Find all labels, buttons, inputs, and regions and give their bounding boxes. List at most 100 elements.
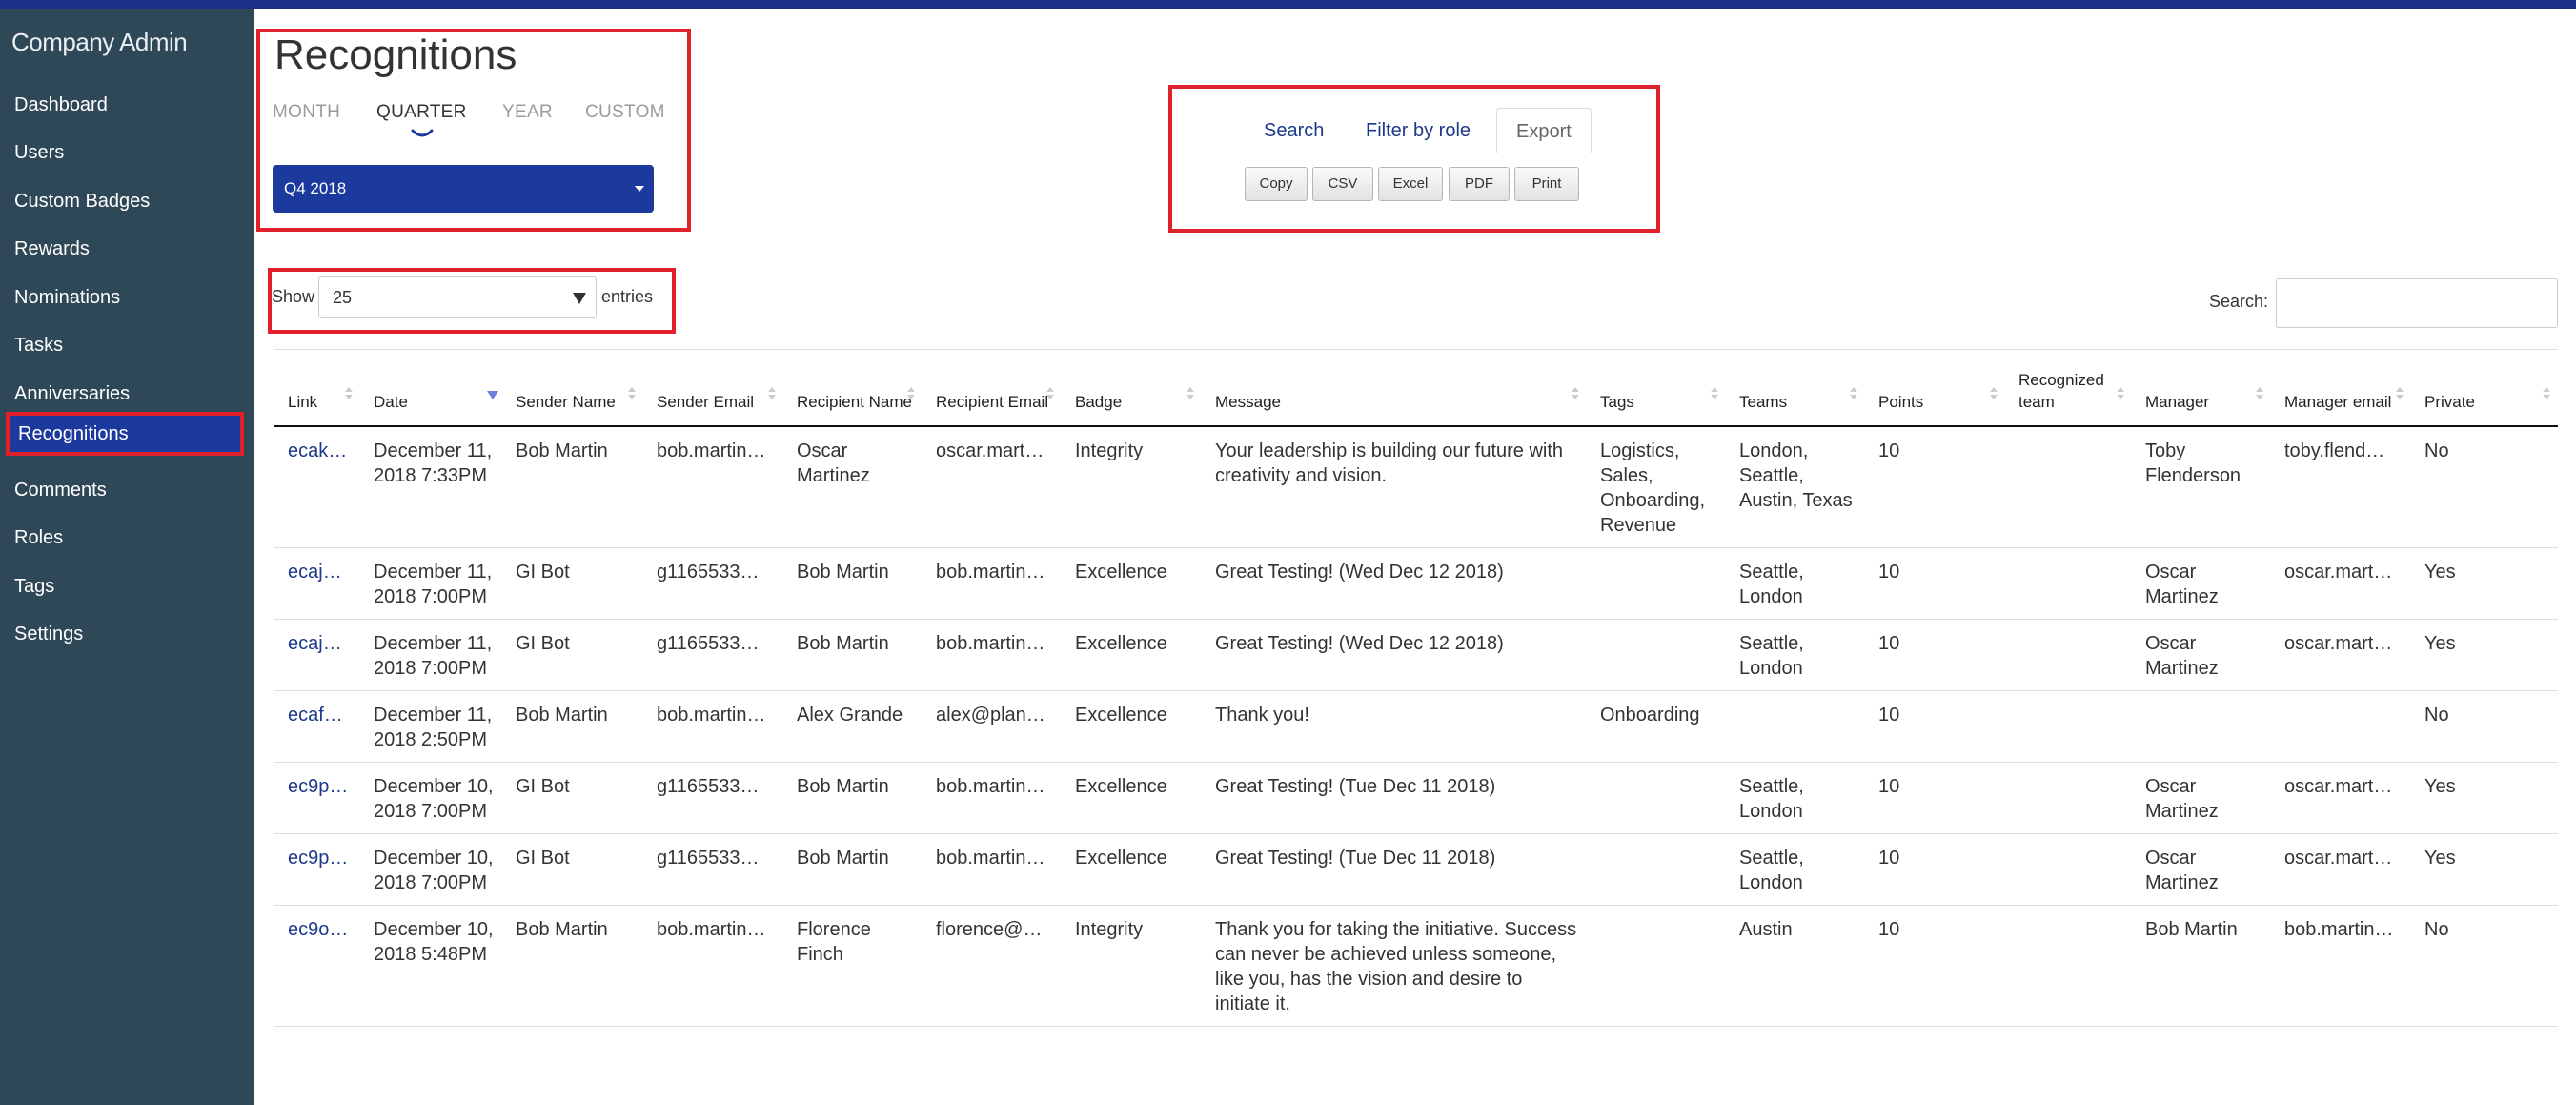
cell-recipient-email: oscar.mart… [923,425,1062,548]
tab-filter-by-role[interactable]: Filter by role [1347,108,1490,153]
period-select-value: Q4 2018 [284,179,347,197]
entries-label: entries [601,287,654,306]
column-header-tags[interactable]: Tags [1587,349,1726,427]
sidebar-item-dashboard[interactable]: Dashboard [0,83,254,127]
sort-icon [2117,386,2124,400]
cell-teams [1726,690,1865,763]
column-header-badge[interactable]: Badge [1062,349,1202,427]
tab-month[interactable]: MONTH [273,102,340,123]
cell-link[interactable]: ecaj… [274,619,360,691]
column-header-label: Date [374,392,408,411]
cell-badge: Excellence [1062,690,1202,763]
cell-sender-name: Bob Martin [502,425,643,548]
cell-link[interactable]: ec9p… [274,833,360,906]
entries-select[interactable]: 25 [318,276,597,318]
sort-icon [2256,386,2263,400]
sidebar-item-tags[interactable]: Tags [0,564,254,608]
cell-manager-email: oscar.mart… [2271,833,2411,906]
cell-teams: Seattle, London [1726,833,1865,906]
column-header-manager-email[interactable]: Manager email [2271,349,2411,427]
chevron-down-icon [411,129,434,137]
period-select[interactable]: Q4 2018 [273,165,654,213]
cell-sender-name: GI Bot [502,619,643,691]
cell-sender-email: bob.martin… [643,905,783,1027]
cell-points: 10 [1865,619,2005,691]
column-header-points[interactable]: Points [1865,349,2005,427]
table-row: ec9o… December 10, 2018 5:48PM Bob Martin b… [274,905,2558,1027]
cell-teams: Austin [1726,905,1865,1027]
sidebar-item-users[interactable]: Users [0,131,254,174]
column-header-recipient-name[interactable]: Recipient Name [783,349,923,427]
sidebar-item-nominations[interactable]: Nominations [0,276,254,319]
show-label: Show [272,287,315,306]
column-header-link[interactable]: Link [274,349,360,427]
main-content: Recognitions MONTH QUARTER YEAR CUSTOM Q… [254,9,2576,1105]
sidebar-item-recognitions[interactable]: Recognitions [6,412,244,456]
cell-teams: Seattle, London [1726,619,1865,691]
cell-tags [1587,833,1726,906]
cell-teams: Seattle, London [1726,547,1865,620]
cell-message: Thank you! [1202,690,1587,763]
cell-recipient-email: bob.martin… [923,547,1062,620]
cell-link[interactable]: ec9o… [274,905,360,1027]
cell-date: December 11, 2018 2:50PM [360,690,502,763]
cell-recipient-email: florence@… [923,905,1062,1027]
tab-custom[interactable]: CUSTOM [585,102,665,123]
sidebar-item-rewards[interactable]: Rewards [0,227,254,271]
cell-private: Yes [2411,762,2558,834]
cell-manager: Oscar Martinez [2132,762,2271,834]
sort-icon [1711,386,1718,400]
column-header-private[interactable]: Private [2411,349,2558,427]
cell-sender-name: Bob Martin [502,690,643,763]
column-header-label: Link [288,392,318,411]
cell-recipient-name: Bob Martin [783,547,923,620]
column-header-message[interactable]: Message [1202,349,1587,427]
column-header-recognized-team[interactable]: Recognized team [2005,349,2132,427]
csv-button[interactable]: CSV [1312,167,1373,201]
sidebar-item-comments[interactable]: Comments [0,468,254,512]
cell-recipient-name: Bob Martin [783,619,923,691]
sort-icon [1850,386,1857,400]
sort-icon [1046,386,1054,400]
cell-recognized-team [2005,690,2132,763]
sort-icon [1572,386,1579,400]
search-input[interactable] [2276,278,2558,328]
tab-year[interactable]: YEAR [502,102,553,123]
cell-recipient-email: bob.martin… [923,619,1062,691]
sidebar-item-custom-badges[interactable]: Custom Badges [0,179,254,223]
sidebar-item-tasks[interactable]: Tasks [0,323,254,367]
cell-link[interactable]: ecaj… [274,547,360,620]
excel-button[interactable]: Excel [1378,167,1443,201]
cell-recipient-email: bob.martin… [923,762,1062,834]
column-header-sender-email[interactable]: Sender Email [643,349,783,427]
cell-manager: Oscar Martinez [2132,619,2271,691]
column-header-label: Teams [1739,392,1788,411]
tab-export[interactable]: Export [1496,108,1592,153]
cell-tags [1587,547,1726,620]
sidebar-item-settings[interactable]: Settings [0,612,254,656]
cell-link[interactable]: ecaf… [274,690,360,763]
sidebar-item-anniversaries[interactable]: Anniversaries [0,372,254,416]
cell-link[interactable]: ecak… [274,425,360,548]
sort-icon [768,386,776,400]
cell-message: Great Testing! (Tue Dec 11 2018) [1202,833,1587,906]
column-header-recipient-email[interactable]: Recipient Email [923,349,1062,427]
cell-sender-name: Bob Martin [502,905,643,1027]
sidebar-item-roles[interactable]: Roles [0,516,254,560]
table-row: ec9p… December 10, 2018 7:00PM GI Bot g1165… [274,833,2558,906]
cell-manager-email [2271,690,2411,763]
tab-quarter[interactable]: QUARTER [376,102,467,123]
column-header-teams[interactable]: Teams [1726,349,1865,427]
print-button[interactable]: Print [1514,167,1579,201]
column-header-manager[interactable]: Manager [2132,349,2271,427]
cell-manager-email: oscar.mart… [2271,547,2411,620]
cell-tags [1587,762,1726,834]
column-header-sender-name[interactable]: Sender Name [502,349,643,427]
pdf-button[interactable]: PDF [1449,167,1510,201]
copy-button[interactable]: Copy [1245,167,1308,201]
tab-search[interactable]: Search [1245,108,1343,153]
cell-manager-email: oscar.mart… [2271,762,2411,834]
cell-link[interactable]: ec9p… [274,762,360,834]
cell-date: December 10, 2018 5:48PM [360,905,502,1027]
column-header-date[interactable]: Date [360,349,502,427]
